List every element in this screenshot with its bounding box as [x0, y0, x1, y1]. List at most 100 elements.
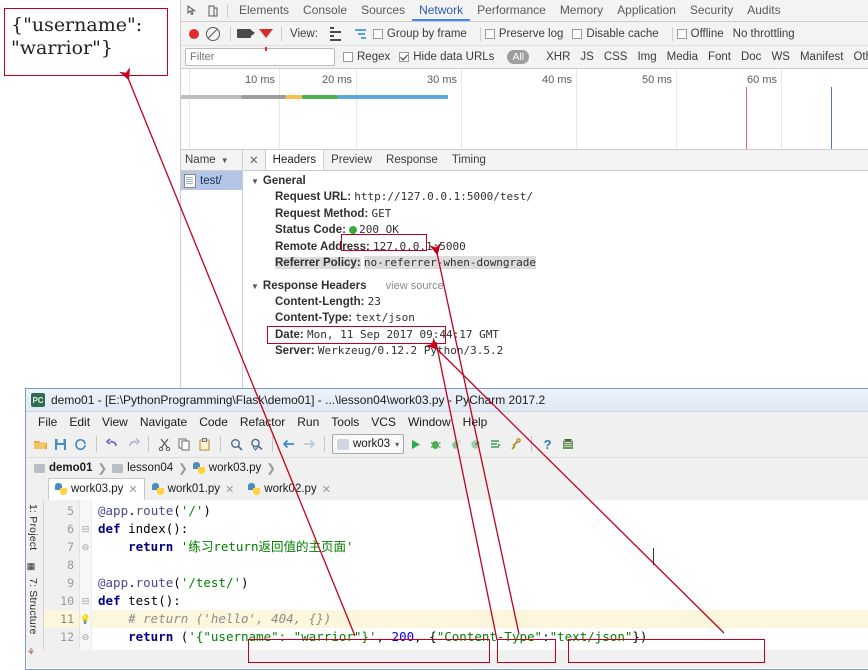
camera-icon[interactable] — [237, 29, 255, 38]
clear-no-entry-icon[interactable] — [206, 26, 220, 41]
run-icon[interactable] — [407, 436, 424, 453]
filter-type-manifest[interactable]: Manifest — [800, 51, 843, 63]
close-icon[interactable]: ✕ — [225, 483, 234, 496]
fold-marker[interactable]: ⊟ — [80, 592, 91, 610]
list-view-icon[interactable] — [329, 26, 341, 41]
undo-icon[interactable] — [104, 436, 121, 453]
debug-icon[interactable] — [427, 436, 444, 453]
filter-type-js[interactable]: JS — [580, 51, 593, 63]
filter-type-doc[interactable]: Doc — [741, 51, 761, 63]
network-timeline[interactable]: 10 ms 20 ms 30 ms 40 ms 50 ms 60 ms — [181, 69, 868, 150]
menu-navigate[interactable]: Navigate — [134, 415, 193, 429]
filter-type-font[interactable]: Font — [708, 51, 731, 63]
regex-checkbox[interactable]: Regex — [343, 51, 390, 63]
tab-security[interactable]: Security — [683, 0, 740, 21]
breadcrumb-demo01[interactable]: demo01 ❯ — [34, 461, 112, 475]
menu-vcs[interactable]: VCS — [365, 415, 402, 429]
run-configuration-selector[interactable]: work03 ▾ — [332, 434, 405, 454]
offline-checkbox[interactable]: Offline — [676, 28, 724, 40]
find-replace-icon[interactable] — [248, 436, 265, 453]
filter-type-css[interactable]: CSS — [604, 51, 628, 63]
menu-view[interactable]: View — [96, 415, 134, 429]
close-icon[interactable]: ✕ — [128, 483, 137, 496]
filter-type-other[interactable]: Other — [853, 51, 868, 63]
open-folder-icon[interactable] — [32, 436, 49, 453]
editor-tab-label: work02.py — [264, 483, 317, 495]
filter-type-media[interactable]: Media — [667, 51, 698, 63]
filter-type-ws[interactable]: WS — [771, 51, 790, 63]
redo-icon[interactable] — [124, 436, 141, 453]
response-headers-section-title[interactable]: ▼ Response Headers view source — [243, 272, 868, 294]
menu-file[interactable]: File — [32, 415, 63, 429]
editor-tab-work03[interactable]: work03.py ✕ — [48, 478, 145, 500]
request-row-test[interactable]: test/ — [181, 171, 242, 190]
filter-type-xhr[interactable]: XHR — [546, 51, 570, 63]
editor-tab-work01[interactable]: work01.py ✕ — [145, 478, 242, 500]
code-line-11: # return ('hello', 404, {}) — [92, 610, 868, 628]
throttling-select[interactable]: No throttling — [733, 28, 795, 40]
intention-bulb-icon[interactable]: 💡 — [80, 610, 91, 628]
requests-list-header[interactable]: Name ▼ — [181, 150, 242, 171]
settings-icon[interactable] — [559, 436, 576, 453]
tab-timing[interactable]: Timing — [445, 150, 493, 170]
disable-cache-checkbox[interactable]: Disable cache — [572, 28, 659, 40]
tab-sources[interactable]: Sources — [354, 0, 412, 21]
forward-icon[interactable] — [300, 436, 317, 453]
editor-tab-work02[interactable]: work02.py ✕ — [241, 478, 338, 500]
filter-type-all[interactable]: All — [507, 50, 530, 64]
funnel-icon[interactable] — [259, 29, 273, 51]
profile-icon[interactable] — [467, 436, 484, 453]
menu-refactor[interactable]: Refactor — [234, 415, 291, 429]
group-by-frame-checkbox[interactable]: Group by frame — [372, 28, 467, 40]
sidebar-item-project[interactable]: 1: Project — [27, 504, 39, 550]
tab-application[interactable]: Application — [610, 0, 683, 21]
run-with-console-icon[interactable] — [487, 436, 504, 453]
inspect-element-icon[interactable] — [183, 2, 203, 20]
pycharm-window: PC demo01 - [E:\PythonProgramming\Flask\… — [25, 388, 868, 670]
menu-tools[interactable]: Tools — [325, 415, 365, 429]
filter-input[interactable] — [185, 48, 335, 66]
editor-code[interactable]: @app.route('/') def index(): return '练习r… — [92, 500, 868, 650]
tab-elements[interactable]: Elements — [232, 0, 296, 21]
save-all-icon[interactable] — [52, 436, 69, 453]
sync-icon[interactable] — [72, 436, 89, 453]
python-file-icon — [192, 462, 205, 474]
tab-response[interactable]: Response — [379, 150, 445, 170]
fold-marker[interactable]: ⊖ — [80, 538, 91, 556]
copy-icon[interactable] — [176, 436, 193, 453]
breadcrumb-lesson04[interactable]: lesson04 ❯ — [112, 461, 193, 475]
tab-console[interactable]: Console — [296, 0, 354, 21]
menu-run[interactable]: Run — [291, 415, 325, 429]
find-icon[interactable] — [228, 436, 245, 453]
tab-audits[interactable]: Audits — [740, 0, 787, 21]
back-icon[interactable] — [280, 436, 297, 453]
menu-code[interactable]: Code — [193, 415, 234, 429]
close-icon[interactable]: ✕ — [243, 153, 265, 167]
general-section-title[interactable]: ▼ General — [243, 171, 868, 189]
help-icon[interactable]: ? — [539, 436, 556, 453]
tab-preview[interactable]: Preview — [324, 150, 379, 170]
tab-network[interactable]: Network — [412, 0, 471, 21]
fold-marker[interactable]: ⊟ — [80, 520, 91, 538]
record-dot-icon[interactable] — [189, 28, 199, 39]
tab-headers[interactable]: Headers — [264, 150, 325, 170]
view-source-link[interactable]: view source — [386, 280, 444, 292]
tab-performance[interactable]: Performance — [470, 0, 553, 21]
coverage-icon[interactable] — [447, 436, 464, 453]
breadcrumb-work03[interactable]: work03.py ❯ — [192, 461, 281, 475]
menu-help[interactable]: Help — [457, 415, 494, 429]
attach-icon[interactable] — [507, 436, 524, 453]
menu-edit[interactable]: Edit — [63, 415, 96, 429]
waterfall-view-icon[interactable] — [354, 28, 366, 39]
menu-window[interactable]: Window — [402, 415, 457, 429]
cut-icon[interactable] — [156, 436, 173, 453]
preserve-log-checkbox[interactable]: Preserve log — [484, 28, 563, 40]
hide-data-urls-checkbox[interactable]: Hide data URLs — [399, 51, 494, 63]
fold-marker[interactable]: ⊖ — [80, 628, 91, 646]
filter-type-img[interactable]: Img — [637, 51, 656, 63]
sidebar-item-structure[interactable]: 7: Structure — [27, 578, 39, 635]
close-icon[interactable]: ✕ — [322, 483, 331, 496]
tab-memory[interactable]: Memory — [553, 0, 610, 21]
paste-icon[interactable] — [196, 436, 213, 453]
device-toolbar-icon[interactable] — [203, 2, 223, 20]
